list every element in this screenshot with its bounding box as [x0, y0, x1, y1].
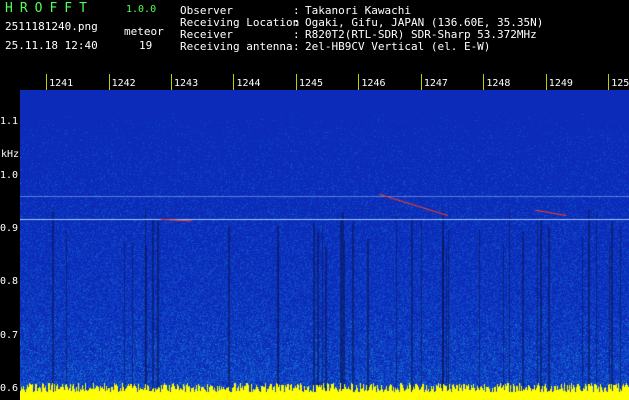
x-tick-label: 1243 — [174, 78, 199, 89]
x-tick-mark — [295, 74, 297, 90]
header-bar: HROFFT 1.0.0 2511181240.png 25.11.18 12:… — [0, 0, 629, 74]
app-version: 1.0.0 — [126, 4, 157, 15]
x-tick-label: 1241 — [49, 78, 74, 89]
x-tick-label: 1242 — [111, 78, 136, 89]
info-key-antenna: Receiving antenna — [180, 40, 293, 53]
x-tick-label: 1248 — [486, 78, 511, 89]
x-tick-label: 1249 — [548, 78, 573, 89]
y-axis: kHz 1.1 1.0 0.9 0.8 0.7 0.6 — [0, 74, 20, 400]
x-tick-label: 1250 — [611, 78, 629, 89]
x-tick-mark — [46, 74, 48, 90]
y-tick-label: 0.9 — [0, 222, 19, 234]
x-tick-mark — [358, 74, 360, 90]
date-time: 25.11.18 12:40 — [5, 39, 98, 52]
x-tick-mark — [608, 74, 610, 90]
x-tick-label: 1247 — [423, 78, 448, 89]
x-tick-mark — [483, 74, 485, 90]
info-value-antenna: 2el-HB9CV Vertical (el. E-W) — [305, 40, 491, 53]
file-name: 2511181240.png — [5, 20, 98, 33]
detect-label: meteor — [124, 25, 164, 38]
y-tick-label: 0.6 — [0, 383, 19, 395]
y-tick-label: 0.8 — [0, 276, 19, 288]
x-tick-label: 1245 — [298, 78, 324, 89]
y-tick-label: 1.0 — [0, 169, 19, 181]
x-tick-mark — [171, 74, 173, 90]
y-tick-label: 1.1 — [0, 116, 19, 128]
x-axis: 1241 1242 1243 1244 1245 1246 1247 1248 1249 1250 — [20, 74, 629, 90]
y-tick-label: 0.7 — [0, 329, 19, 341]
x-tick-mark — [108, 74, 110, 90]
detect-count: 19 — [139, 39, 153, 52]
app-title: HROFFT — [5, 1, 94, 16]
x-tick-mark — [233, 74, 235, 90]
info-sep: : — [293, 40, 300, 53]
spectrogram-canvas — [20, 90, 629, 400]
spectrogram-waterfall — [20, 90, 629, 400]
x-tick-label: 1246 — [361, 78, 386, 89]
x-tick-mark — [420, 74, 422, 90]
x-tick-label: 1244 — [236, 78, 261, 89]
x-tick-mark — [545, 74, 547, 90]
y-axis-unit-label: kHz — [1, 149, 20, 160]
